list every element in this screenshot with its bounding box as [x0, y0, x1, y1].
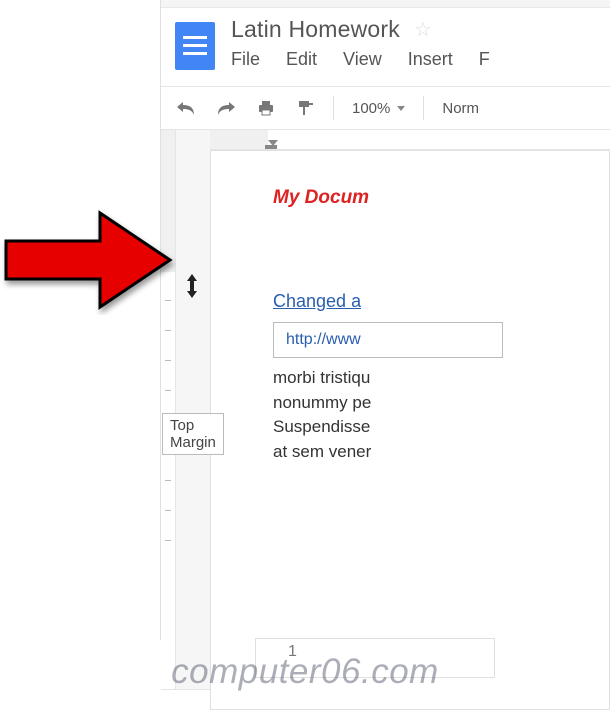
style-value: Norm [442, 100, 479, 117]
resize-vertical-cursor-icon [185, 274, 199, 303]
body-line: nonummy pe [273, 391, 609, 416]
chevron-down-icon [397, 106, 405, 111]
star-icon[interactable]: ☆ [414, 17, 432, 42]
body-line: morbi tristiqu [273, 366, 609, 391]
tooltip-text: Top Margin [170, 417, 216, 451]
document-title[interactable]: Latin Homework [231, 16, 400, 43]
style-select[interactable]: Norm [434, 96, 487, 121]
redo-button[interactable] [209, 93, 243, 123]
horizontal-ruler[interactable] [210, 130, 610, 150]
menu-more[interactable]: F [479, 49, 490, 70]
document-page[interactable]: My Docum Changed a http://www morbi tris… [210, 150, 610, 710]
app-window: Latin Homework ☆ File Edit View Insert F [160, 0, 610, 640]
red-arrow-indicator [0, 205, 176, 320]
body-line: at sem vener [273, 440, 609, 465]
toolbar: 100% Norm [161, 86, 610, 130]
toolbar-separator [423, 96, 424, 120]
menu-edit[interactable]: Edit [286, 49, 317, 70]
menu-bar: File Edit View Insert F [231, 49, 600, 70]
paint-format-button[interactable] [289, 93, 323, 123]
canvas[interactable]: My Docum Changed a http://www morbi tris… [176, 130, 610, 689]
header: Latin Homework ☆ File Edit View Insert F [161, 8, 610, 76]
docs-icon [175, 22, 215, 70]
page-heading: Changed a [273, 291, 609, 312]
menu-insert[interactable]: Insert [408, 49, 453, 70]
watermark: computer06.com [0, 652, 610, 692]
body-text: morbi tristiqu nonummy pe Suspendisse at… [273, 366, 609, 465]
work-area: Top Margin My Docum Changed a http://www… [161, 130, 610, 690]
print-button[interactable] [249, 93, 283, 123]
page-title: My Docum [273, 187, 609, 209]
browser-strip [161, 0, 610, 8]
menu-file[interactable]: File [231, 49, 260, 70]
body-line: Suspendisse [273, 415, 609, 440]
url-field[interactable]: http://www [273, 322, 503, 358]
undo-button[interactable] [169, 93, 203, 123]
toolbar-separator [333, 96, 334, 120]
menu-view[interactable]: View [343, 49, 382, 70]
top-margin-tooltip: Top Margin [162, 413, 224, 455]
docs-logo[interactable] [171, 16, 219, 76]
zoom-value: 100% [352, 100, 390, 117]
zoom-select[interactable]: 100% [344, 96, 413, 121]
